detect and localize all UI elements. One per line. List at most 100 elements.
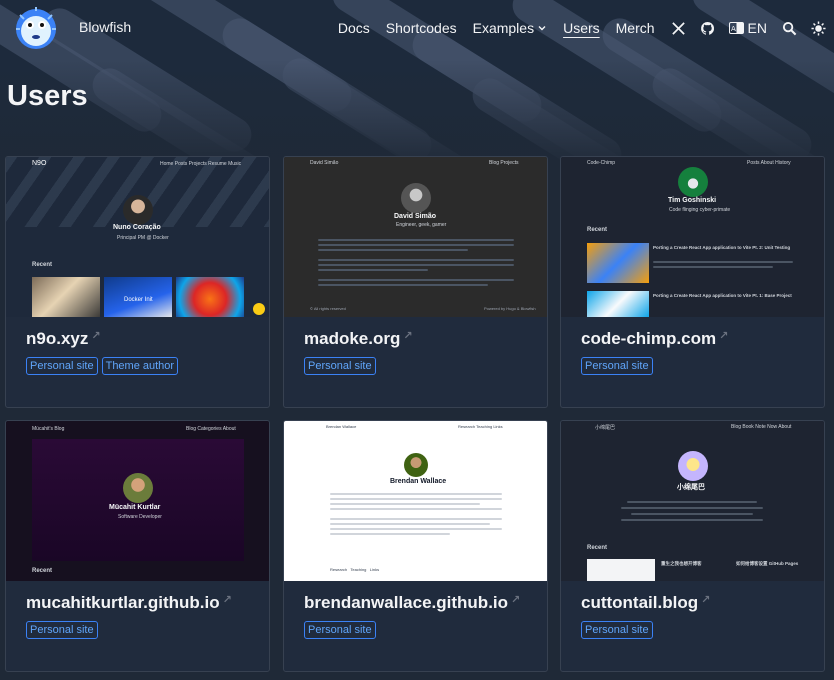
card-title[interactable]: brendanwallace.github.io ↗ [304,593,520,613]
preview-menu-item: Links [493,424,503,429]
site-preview[interactable]: N9O Home Posts Projects Resume Music Nun… [6,157,269,317]
card-title-text: code-chimp.com [581,329,717,348]
preview-menu-item: Projects [500,160,519,166]
external-link-icon: ↗ [719,330,729,342]
external-link-icon: ↗ [91,330,101,342]
preview-menu-item: Blog [489,160,500,166]
preview-author-name: Tim Goshinski [668,197,717,204]
user-card-code-chimp[interactable]: Code-Chimp Posts About History Tim Goshi… [560,156,825,408]
search-icon[interactable] [781,20,797,36]
tag[interactable]: Theme author [101,357,179,375]
preview-link: Links [369,567,380,572]
preview-menu-item: About [778,424,792,430]
blowfish-logo-icon[interactable] [12,5,60,51]
preview-site-name: N9O [32,160,47,167]
github-icon[interactable] [700,20,716,36]
site-preview[interactable]: Mücahit's Blog Blog Categories About Müc… [6,421,269,581]
site-preview[interactable]: 小绵尾巴 Blog Book Note Now About 小绵尾巴 Recen… [561,421,824,581]
tag[interactable]: Personal site [581,357,653,375]
card-title-text: mucahitkurtlar.github.io [26,593,220,612]
preview-author-name: David Simão [394,213,437,220]
external-link-icon: ↗ [222,594,232,606]
user-card-cuttontail[interactable]: 小绵尾巴 Blog Book Note Now About 小绵尾巴 Recen… [560,420,825,672]
preview-site-name: Code-Chimp [587,160,616,166]
card-title[interactable]: mucahitkurtlar.github.io ↗ [26,593,232,613]
nav-merch[interactable]: Merch [616,20,655,36]
card-title-text: cuttontail.blog [581,593,699,612]
site-preview[interactable]: David Simão Blog Projects David Simão En… [284,157,547,317]
card-title[interactable]: code-chimp.com ↗ [581,329,728,349]
preview-menu-item: Projects [188,161,207,167]
preview-subtitle: Engineer, geek, gamer [396,222,447,228]
preview-text-line [621,519,763,521]
preview-menu: Research Teaching Links [458,424,503,429]
preview-menu-item: Posts [747,160,760,166]
preview-menu-item: Resume [208,161,227,167]
tag[interactable]: Personal site [304,621,376,639]
preview-text-line [627,501,757,503]
card-title[interactable]: n9o.xyz ↗ [26,329,101,349]
preview-link: Teaching [350,567,367,572]
translate-icon: A [728,22,744,34]
preview-link: Research [330,567,348,572]
card-title-text: madoke.org [304,329,401,348]
site-preview[interactable]: Brendan Wallace Research Teaching Links … [284,421,547,581]
preview-menu-item: Research [458,424,476,429]
x-logo-icon[interactable] [671,20,687,36]
preview-text-line [318,264,514,266]
preview-site-name: Mücahit's Blog [32,426,65,432]
preview-menu-item: Book Note [742,424,766,430]
preview-text-line [330,508,502,510]
nav-examples[interactable]: Examples [473,20,547,36]
nav-shortcodes[interactable]: Shortcodes [386,20,457,36]
theme-toggle-icon[interactable] [810,20,826,36]
nav-users[interactable]: Users [563,20,600,36]
preview-recent-heading: Recent [32,262,53,268]
hero-fade [0,60,834,170]
preview-article-title: Docker Init [124,297,153,303]
preview-badge-icon [253,303,265,315]
preview-text-line [318,239,514,241]
avatar [401,183,431,213]
page-title: Users [7,80,88,112]
preview-menu-item: Blog [731,424,742,430]
preview-menu-item: About [222,426,236,432]
card-title[interactable]: cuttontail.blog ↗ [581,593,710,613]
site-preview[interactable]: Code-Chimp Posts About History Tim Goshi… [561,157,824,317]
tag[interactable]: Personal site [304,357,376,375]
user-card-madoke[interactable]: David Simão Blog Projects David Simão En… [283,156,548,408]
preview-text-line [330,523,490,525]
card-title-text: n9o.xyz [26,329,89,348]
preview-author-name: Mücahit Kurtlar [109,504,161,511]
preview-author-name: Brendan Wallace [390,478,447,485]
preview-text-line [318,269,428,271]
preview-author-name: 小绵尾巴 [677,484,705,491]
language-switcher[interactable]: A EN [728,20,767,36]
preview-subtitle: Code flinging cyber-primate [669,207,731,213]
avatar [678,167,708,197]
site-brand[interactable]: Blowfish [79,19,131,35]
preview-menu-item: Home [160,161,174,167]
user-card-brendanwallace[interactable]: Brendan Wallace Research Teaching Links … [283,420,548,672]
preview-menu-item: Now [767,424,778,430]
user-card-mucahitkurtlar[interactable]: Mücahit's Blog Blog Categories About Müc… [5,420,270,672]
tag[interactable]: Personal site [26,621,98,639]
preview-links: Research Teaching Links [330,567,379,572]
preview-post-title: 重生之我也想开博客 [661,561,702,566]
preview-site-name: 小绵尾巴 [595,425,616,431]
preview-text-line [330,528,502,530]
user-card-n9o[interactable]: N9O Home Posts Projects Resume Music Nun… [5,156,270,408]
preview-menu: Blog Projects [489,160,518,166]
main-nav: Docs Shortcodes Examples Users Merch A EN [338,0,834,56]
preview-text-line [653,266,773,268]
preview-text-line [330,498,502,500]
nav-docs[interactable]: Docs [338,20,370,36]
preview-subtitle: Principal PM @ Docker [117,235,169,241]
preview-text-line [330,493,502,495]
tag[interactable]: Personal site [26,357,98,375]
card-title[interactable]: madoke.org ↗ [304,329,413,349]
preview-text-line [653,261,793,263]
preview-image-chess [32,277,100,317]
preview-menu-item: Posts [174,161,188,167]
tag[interactable]: Personal site [581,621,653,639]
